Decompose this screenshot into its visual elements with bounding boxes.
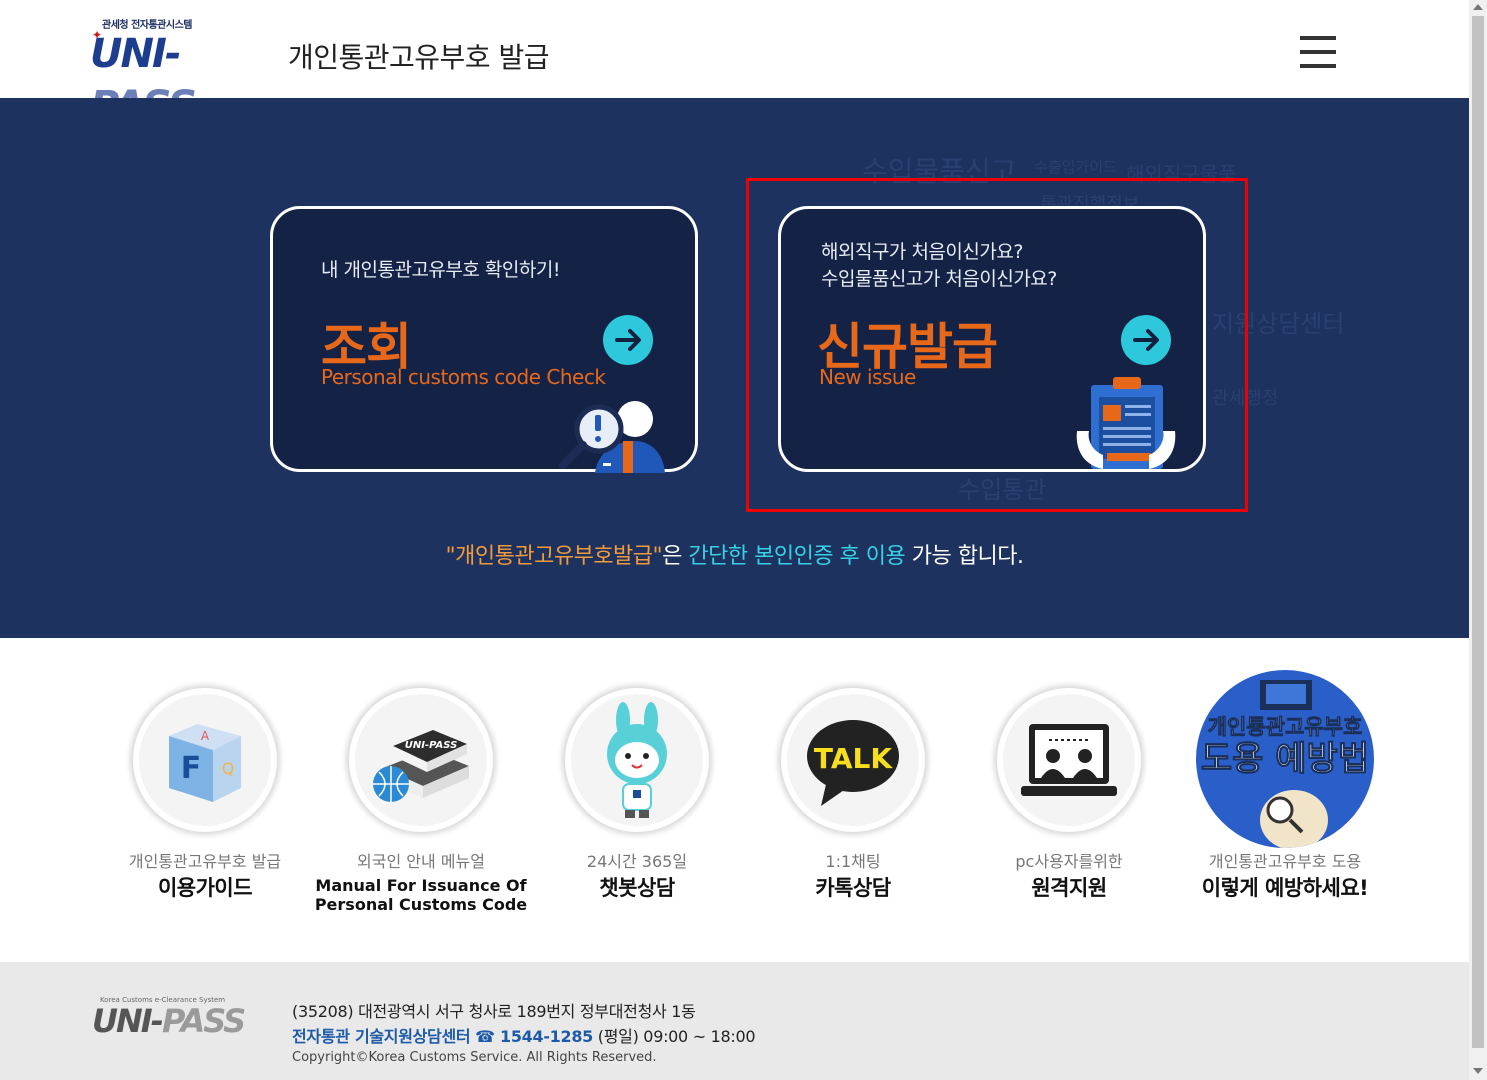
- kakaotalk-icon: TALK: [807, 720, 899, 806]
- background-word: 지원상담센터: [1212, 310, 1345, 338]
- background-word: 수입물품신고: [862, 155, 1017, 188]
- help-center-name: 전자통관 기술지원상담센터: [292, 1027, 471, 1046]
- manual-small-label: 외국인 안내 메뉴얼: [357, 852, 485, 871]
- chatbot-rabbit-icon: [607, 702, 667, 818]
- issue-card-question-1: 해외직구가 처음이신가요?: [821, 241, 1023, 263]
- footer-copyright: Copyright©Korea Customs Service. All Rig…: [292, 1050, 657, 1065]
- icon-circle: UNI-PASS: [349, 688, 493, 832]
- footer-logo-a: UNI-: [92, 1002, 164, 1040]
- footer-logo-wordmark: UNI-PASS: [92, 1002, 246, 1040]
- footer-logo-b: PASS: [161, 1002, 246, 1040]
- check-card-question: 내 개인통관고유부호 확인하기!: [321, 259, 560, 281]
- kakao-big-label: 카톡상담: [815, 876, 891, 900]
- icon-circle: TALK: [781, 688, 925, 832]
- quick-links: F Q A 개인통관고유부호 발급 이용가이드 UNI-PASS 외국인 안내 …: [0, 660, 1469, 950]
- badge-line-2: 도용 예방법: [1201, 739, 1369, 779]
- header: 관세청 전자통관시스템 ✦ UNI-PASS 개인통관고유부호 발급: [0, 0, 1469, 129]
- remote-small-label: pc사용자를위한: [1015, 852, 1123, 871]
- svg-text:A: A: [201, 729, 210, 743]
- guide-big-label: 이용가이드: [157, 876, 253, 900]
- talk-badge: TALK: [814, 742, 893, 775]
- help-phone[interactable]: ☎ 1544-1285: [475, 1027, 593, 1046]
- arrow-right-icon[interactable]: [603, 315, 653, 365]
- check-card-subtitle: Personal customs code Check: [321, 365, 606, 389]
- manual-books-icon: UNI-PASS: [373, 730, 469, 802]
- scroll-up-icon[interactable]: [1473, 4, 1483, 10]
- page-title: 개인통관고유부호 발급: [288, 41, 550, 74]
- icon-circle: F Q A: [133, 688, 277, 832]
- menu-bar: [1300, 64, 1336, 68]
- book-label: UNI-PASS: [405, 740, 458, 751]
- hamburger-menu-icon[interactable]: [1300, 36, 1336, 68]
- remote-big-label: 원격지원: [1031, 876, 1107, 900]
- manual-line-1: Manual For Issuance Of: [315, 876, 527, 895]
- menu-bar: [1300, 36, 1336, 40]
- icon-circle: [997, 688, 1141, 832]
- background-word: 수출입가이드: [1034, 158, 1117, 176]
- new-issue-card[interactable]: 해외직구가 처음이신가요? 수입물품신고가 처음이신가요? 신규발급 New i…: [778, 206, 1206, 472]
- logo-text-a: UNI-: [90, 31, 181, 77]
- theft-big-label: 이렇게 예방하세요!: [1201, 876, 1369, 900]
- footer: Korea Customs e-Clearance System UNI-PAS…: [0, 962, 1469, 1080]
- remote-support-laptop-icon: [1021, 724, 1117, 796]
- chatbot-small-label: 24시간 365일: [586, 852, 688, 871]
- svg-text:F: F: [181, 751, 202, 786]
- background-word: 관세행정: [1212, 388, 1279, 409]
- faq-cube-icon: F Q A: [169, 724, 241, 802]
- menu-bar: [1300, 50, 1336, 54]
- notice-part1: "개인통관고유부호발급": [445, 544, 663, 569]
- notice-part2: 은: [662, 544, 689, 569]
- unipass-logo[interactable]: 관세청 전자통관시스템 ✦ UNI-PASS: [90, 16, 280, 129]
- clipboard-hands-icon: [1073, 375, 1179, 473]
- scroll-thumb[interactable]: [1472, 16, 1484, 1048]
- manual-big-label: Manual For Issuance Of Personal Customs C…: [313, 876, 529, 914]
- arrow-right-icon[interactable]: [1121, 315, 1171, 365]
- hero-section: 수입물품신고 수출입가이드 해외직구물품 통관진행정보 지원상담센터 관세행정 …: [0, 98, 1469, 638]
- vertical-scrollbar[interactable]: [1469, 0, 1487, 1080]
- magnifier-person-icon: [555, 393, 671, 473]
- help-hours: (평일) 09:00 ~ 18:00: [593, 1027, 756, 1046]
- issue-card-question-2: 수입물품신고가 처음이신가요?: [821, 268, 1057, 290]
- manual-line-2: Personal Customs Code: [314, 895, 528, 914]
- issue-card-subtitle: New issue: [819, 365, 916, 389]
- badge-line-1: 개인통관고유부호: [1208, 715, 1363, 739]
- page: 관세청 전자통관시스템 ✦ UNI-PASS 개인통관고유부호 발급 수입물품신…: [0, 0, 1469, 1080]
- chatbot-big-label: 챗봇상담: [599, 876, 675, 900]
- scroll-down-icon[interactable]: [1473, 1068, 1483, 1074]
- background-word: 해외직구물품: [1126, 162, 1237, 186]
- svg-text:Q: Q: [222, 759, 235, 778]
- theft-small-label: 개인통관고유부호 도용: [1208, 852, 1362, 871]
- kakao-small-label: 1:1채팅: [825, 852, 881, 871]
- check-code-card[interactable]: 내 개인통관고유부호 확인하기! 조회 Personal customs cod…: [270, 206, 698, 473]
- icon-circle: [565, 688, 709, 832]
- guide-small-label: 개인통관고유부호 발급: [128, 852, 282, 871]
- footer-help: 전자통관 기술지원상담센터 ☎ 1544-1285 (평일) 09:00 ~ 1…: [292, 1023, 756, 1047]
- notice-part3: 간단한 본인인증 후 이용: [688, 544, 906, 569]
- theft-prevention-icon: 개인통관고유부호 도용 예방법: [1196, 670, 1374, 848]
- notice-part4: 가능 합니다.: [905, 544, 1024, 569]
- footer-logo: Korea Customs e-Clearance System UNI-PAS…: [92, 996, 262, 1046]
- notice-text: "개인통관고유부호발급"은 간단한 본인인증 후 이용 가능 합니다.: [0, 538, 1469, 570]
- footer-address: (35208) 대전광역시 서구 청사로 189번지 정부대전청사 1동: [292, 1002, 696, 1021]
- background-word: 수입통관: [958, 476, 1047, 504]
